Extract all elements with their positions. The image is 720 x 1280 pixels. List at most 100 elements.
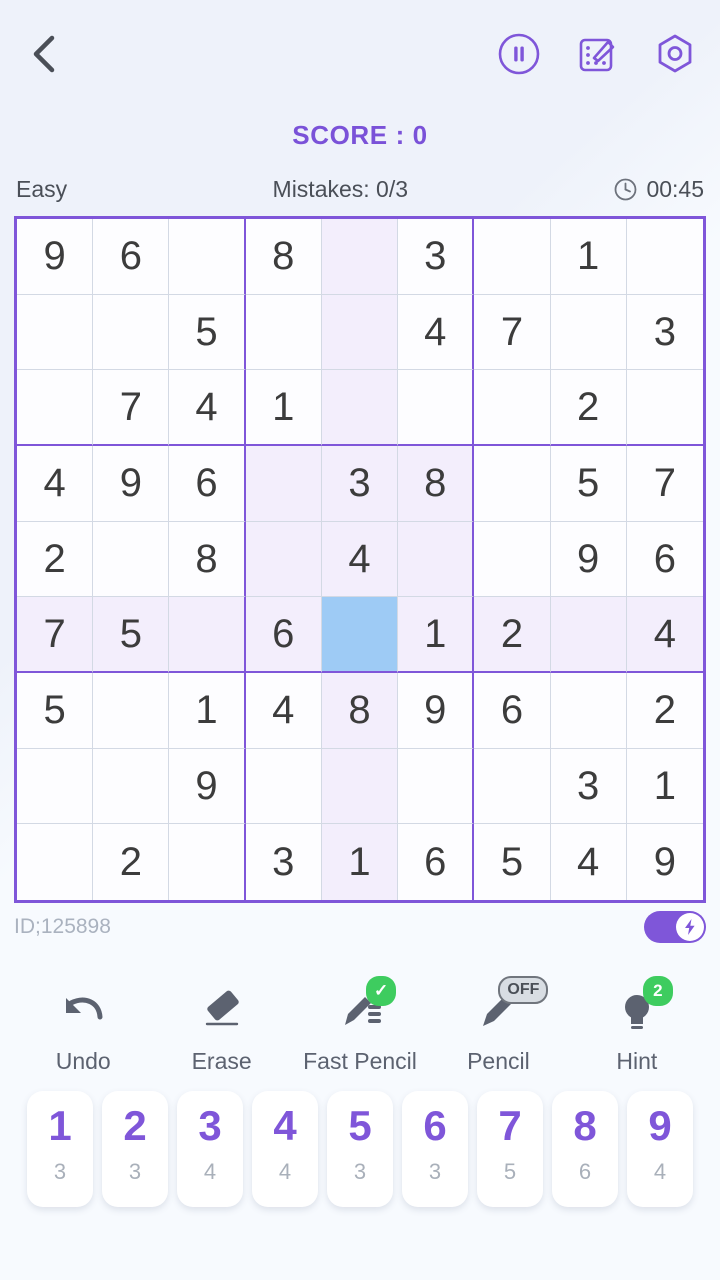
board-cell[interactable] xyxy=(93,294,170,371)
board-cell[interactable]: 4 xyxy=(17,445,94,522)
theme-button[interactable] xyxy=(574,31,620,77)
board-cell[interactable]: 3 xyxy=(626,294,703,371)
board-cell[interactable] xyxy=(550,672,627,749)
board-cell[interactable] xyxy=(93,672,170,749)
board-cell[interactable] xyxy=(398,521,475,598)
board-cell[interactable]: 7 xyxy=(17,597,94,673)
board-cell[interactable]: 9 xyxy=(398,672,475,749)
number-key-5[interactable]: 53 xyxy=(327,1091,393,1207)
back-button[interactable] xyxy=(18,28,70,80)
board-cell[interactable]: 8 xyxy=(245,219,322,295)
sudoku-board[interactable]: 9683154737412496385728496756124514896293… xyxy=(14,216,706,903)
board-cell-selected[interactable] xyxy=(321,597,399,673)
board-cell[interactable] xyxy=(17,748,94,825)
board-cell[interactable] xyxy=(398,370,475,446)
board-cell[interactable] xyxy=(626,219,703,295)
board-cell[interactable]: 7 xyxy=(93,370,170,446)
board-cell[interactable] xyxy=(474,748,551,825)
board-cell[interactable]: 1 xyxy=(550,219,627,295)
board-cell[interactable]: 6 xyxy=(398,824,475,900)
board-cell[interactable] xyxy=(245,521,322,598)
board-cell[interactable]: 5 xyxy=(474,824,551,900)
number-key-8[interactable]: 86 xyxy=(552,1091,618,1207)
board-cell[interactable] xyxy=(321,370,399,446)
board-cell[interactable] xyxy=(626,370,703,446)
number-key-6[interactable]: 63 xyxy=(402,1091,468,1207)
board-cell[interactable]: 4 xyxy=(550,824,627,900)
board-cell[interactable]: 4 xyxy=(321,521,399,598)
pencil-button[interactable]: OFF Pencil xyxy=(429,976,567,1075)
board-cell[interactable] xyxy=(474,445,551,522)
board-cell[interactable]: 3 xyxy=(550,748,627,825)
board-cell[interactable] xyxy=(245,294,322,371)
board-cell[interactable]: 2 xyxy=(550,370,627,446)
board-cell[interactable]: 7 xyxy=(626,445,703,522)
board-cell[interactable]: 6 xyxy=(474,672,551,749)
board-cell[interactable] xyxy=(17,824,94,900)
board-cell[interactable]: 6 xyxy=(169,445,246,522)
boost-toggle[interactable] xyxy=(644,911,706,943)
board-cell[interactable]: 9 xyxy=(550,521,627,598)
board-cell[interactable] xyxy=(474,370,551,446)
board-cell[interactable]: 4 xyxy=(626,597,703,673)
board-cell[interactable] xyxy=(550,294,627,371)
undo-button[interactable]: Undo xyxy=(14,982,152,1075)
board-cell[interactable] xyxy=(169,597,246,673)
settings-button[interactable] xyxy=(652,31,698,77)
board-cell[interactable]: 9 xyxy=(17,219,94,295)
board-cell[interactable] xyxy=(245,445,322,522)
number-key-9[interactable]: 94 xyxy=(627,1091,693,1207)
board-cell[interactable]: 3 xyxy=(245,824,322,900)
fast-pencil-button[interactable]: ✓ Fast Pencil xyxy=(291,976,429,1075)
board-cell[interactable] xyxy=(93,521,170,598)
board-cell[interactable]: 8 xyxy=(398,445,475,522)
board-cell[interactable]: 1 xyxy=(169,672,246,749)
pause-button[interactable] xyxy=(496,31,542,77)
number-key-7[interactable]: 75 xyxy=(477,1091,543,1207)
board-cell[interactable]: 3 xyxy=(321,445,399,522)
number-key-2[interactable]: 23 xyxy=(102,1091,168,1207)
board-cell[interactable]: 2 xyxy=(17,521,94,598)
board-cell[interactable]: 9 xyxy=(626,824,703,900)
board-cell[interactable]: 2 xyxy=(93,824,170,900)
hint-button[interactable]: 2 Hint xyxy=(568,976,706,1075)
board-cell[interactable]: 5 xyxy=(169,294,246,371)
board-cell[interactable]: 4 xyxy=(169,370,246,446)
board-cell[interactable] xyxy=(321,294,399,371)
board-cell[interactable] xyxy=(17,370,94,446)
board-cell[interactable]: 4 xyxy=(245,672,322,749)
board-cell[interactable]: 4 xyxy=(398,294,475,371)
board-cell[interactable] xyxy=(398,748,475,825)
board-cell[interactable] xyxy=(17,294,94,371)
board-cell[interactable] xyxy=(93,748,170,825)
board-cell[interactable]: 1 xyxy=(398,597,475,673)
board-cell[interactable]: 1 xyxy=(626,748,703,825)
board-cell[interactable]: 5 xyxy=(17,672,94,749)
number-key-3[interactable]: 34 xyxy=(177,1091,243,1207)
number-key-4[interactable]: 44 xyxy=(252,1091,318,1207)
board-cell[interactable]: 8 xyxy=(169,521,246,598)
board-cell[interactable] xyxy=(474,521,551,598)
number-pad[interactable]: 132334445363758694 xyxy=(0,1079,720,1240)
board-cell[interactable]: 6 xyxy=(93,219,170,295)
board-cell[interactable]: 3 xyxy=(398,219,475,295)
board-cell[interactable]: 5 xyxy=(550,445,627,522)
board-cell[interactable] xyxy=(321,748,399,825)
board-cell[interactable] xyxy=(169,824,246,900)
board-cell[interactable]: 7 xyxy=(474,294,551,371)
board-cell[interactable]: 9 xyxy=(93,445,170,522)
board-cell[interactable]: 1 xyxy=(245,370,322,446)
board-cell[interactable] xyxy=(474,219,551,295)
erase-button[interactable]: Erase xyxy=(152,982,290,1075)
board-cell[interactable]: 5 xyxy=(93,597,170,673)
board-cell[interactable] xyxy=(169,219,246,295)
board-cell[interactable]: 8 xyxy=(321,672,399,749)
board-cell[interactable] xyxy=(550,597,627,673)
board-cell[interactable]: 6 xyxy=(626,521,703,598)
board-cell[interactable]: 2 xyxy=(474,597,551,673)
board-cell[interactable] xyxy=(321,219,399,295)
board-cell[interactable] xyxy=(245,748,322,825)
board-cell[interactable]: 9 xyxy=(169,748,246,825)
board-cell[interactable]: 1 xyxy=(321,824,399,900)
board-cell[interactable]: 2 xyxy=(626,672,703,749)
